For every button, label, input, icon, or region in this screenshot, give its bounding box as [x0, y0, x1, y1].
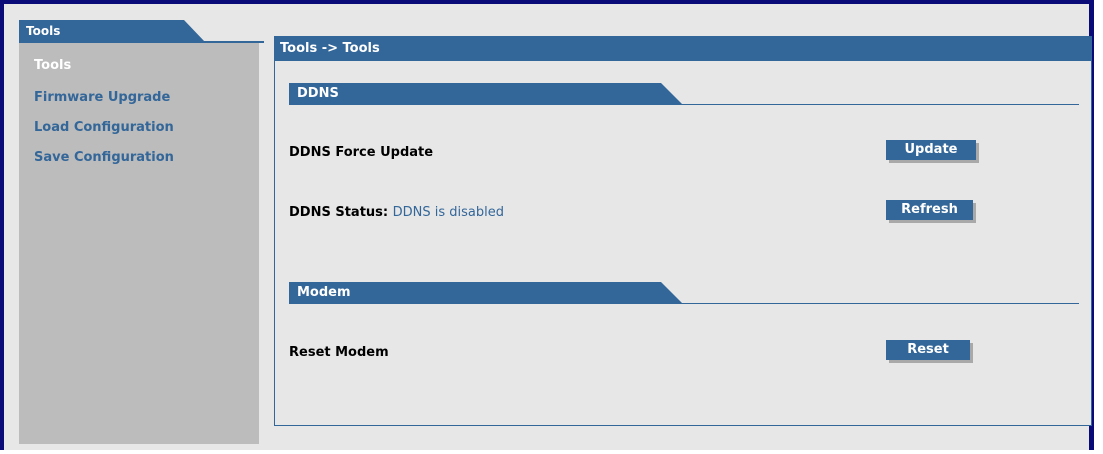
ddns-section-title: DDNS [289, 83, 661, 105]
sidebar-item-save-configuration[interactable]: Save Configuration [34, 150, 174, 165]
ddns-status-label: DDNS Status: [289, 205, 389, 220]
ddns-section-divider [289, 104, 1079, 105]
panel-body: DDNS DDNS Force Update Update DDNS Statu… [274, 61, 1092, 426]
modem-section-divider [289, 303, 1079, 304]
modem-section-title: Modem [289, 282, 661, 304]
sidebar-item-load-configuration[interactable]: Load Configuration [34, 120, 174, 135]
update-button[interactable]: Update [886, 140, 976, 160]
sidebar: Tools Firmware Upgrade Load Configuratio… [19, 43, 259, 444]
sidebar-item-tools[interactable]: Tools [34, 58, 71, 73]
sidebar-tab-wedge [184, 20, 205, 42]
reset-modem-label: Reset Modem [289, 345, 389, 360]
ddns-status-value: DDNS is disabled [392, 205, 505, 220]
ddns-section-wedge [661, 83, 683, 105]
ddns-force-update-label: DDNS Force Update [289, 145, 434, 160]
ddns-status-row: DDNS Status: DDNS is disabled [289, 205, 504, 220]
refresh-button[interactable]: Refresh [886, 200, 973, 220]
reset-button[interactable]: Reset [886, 340, 970, 360]
modem-section-wedge [661, 282, 683, 304]
app-frame: Tools Tools Firmware Upgrade Load Config… [0, 0, 1094, 450]
panel-title: Tools -> Tools [274, 36, 1092, 61]
sidebar-tab-title: Tools [19, 20, 184, 42]
sidebar-item-firmware-upgrade[interactable]: Firmware Upgrade [34, 90, 170, 105]
